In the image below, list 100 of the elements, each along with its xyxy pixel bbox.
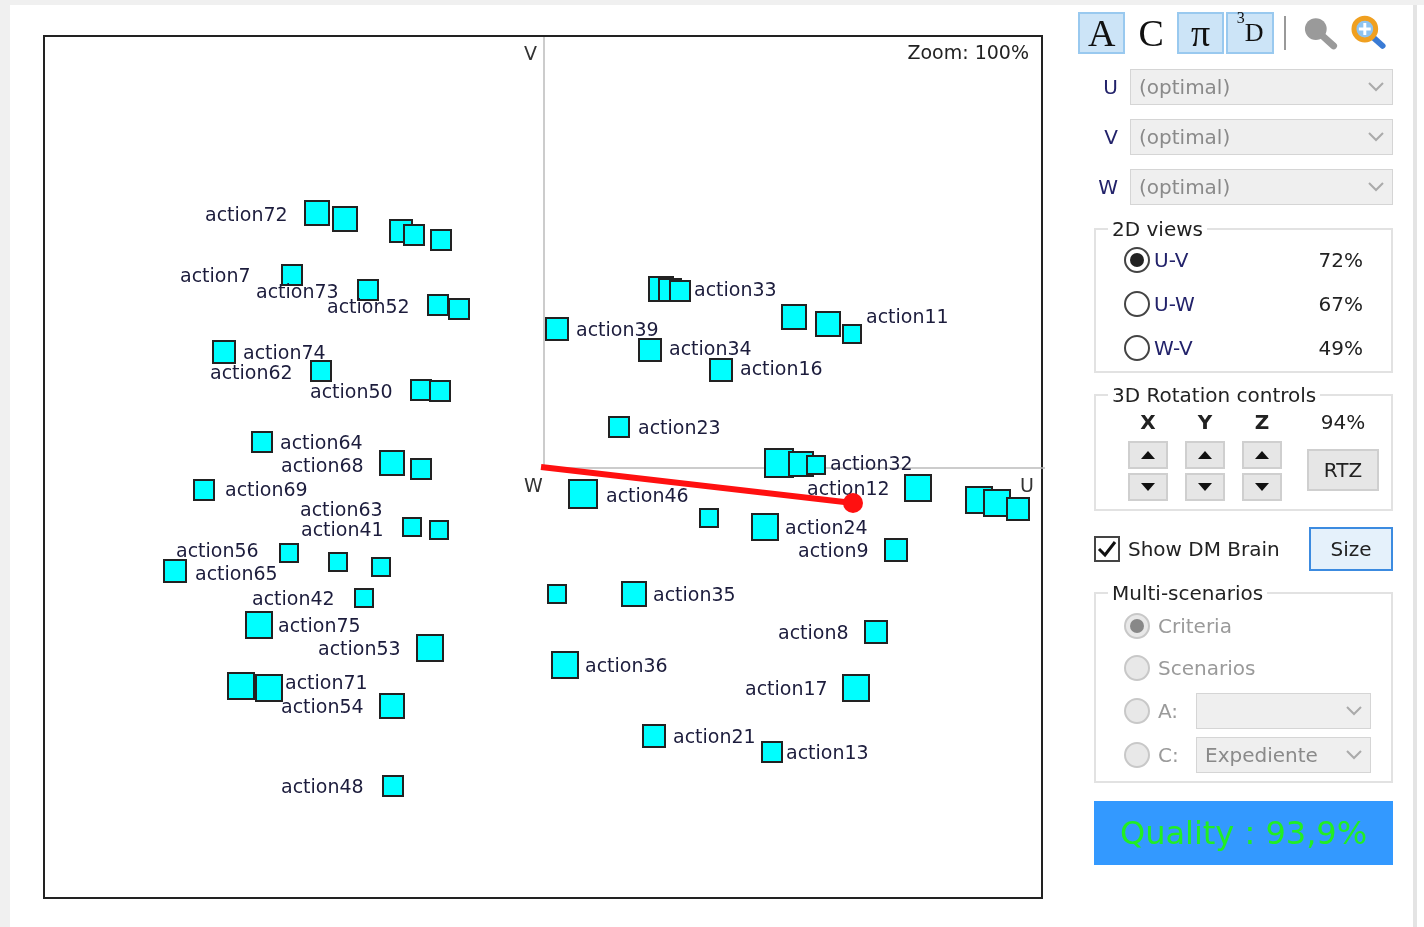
point-marker [864,620,888,644]
chevron-down-icon [1346,750,1362,760]
point-marker [806,455,826,475]
group-title: 2D views [1111,217,1204,241]
point-marker [193,479,215,501]
triangle-down-icon [1141,483,1155,491]
point-label: action8 [778,622,849,642]
point-marker [699,508,719,528]
rotate-up-button[interactable] [1242,441,1282,469]
point-marker [781,304,807,330]
radio-label: A: [1158,698,1180,725]
axis-name: V [1103,124,1118,151]
zoom-level: Zoom: 100% [907,43,1029,62]
point-marker [403,224,425,246]
chevron-down-icon [1368,132,1384,142]
point-marker [430,229,452,251]
point-marker [379,450,405,476]
point-label: action62 [210,362,293,382]
group-title: 3D Rotation controls [1111,383,1318,407]
point-label: action73 [256,281,339,301]
radio-button[interactable] [1124,291,1150,317]
point-marker [547,584,567,604]
chevron-down-icon [1346,706,1362,716]
rotate-down-button[interactable] [1128,473,1168,501]
point-marker [1006,497,1030,521]
checkbox[interactable] [1094,536,1120,562]
point-label: action69 [225,479,308,499]
point-marker [669,280,691,302]
axis-name: U [1102,74,1118,101]
point-label: action9 [798,540,869,560]
axis-label: V [524,44,537,63]
triangle-down-icon [1198,483,1212,491]
point-label: action74 [243,342,326,362]
point-marker [304,200,330,226]
point-label: action42 [252,588,335,608]
point-marker [279,543,299,563]
rotate-up-button[interactable] [1128,441,1168,469]
point-marker [608,416,630,438]
point-marker [354,588,374,608]
radio-button[interactable] [1124,247,1150,273]
point-label: action50 [310,381,393,401]
radio-label: U-W [1154,291,1195,318]
rotate-down-button[interactable] [1185,473,1225,501]
point-label: action21 [673,726,756,746]
point-marker [310,360,332,382]
point-marker [245,611,273,639]
point-marker [371,557,391,577]
point-label: action32 [830,453,913,473]
chevron-down-icon [1368,182,1384,192]
view-quality: 67% [1318,291,1363,318]
view-quality: 72% [1318,247,1363,274]
toolbar-toggle[interactable]: A [1078,12,1126,54]
point-marker [251,431,273,453]
point-label: action48 [281,776,364,796]
triangle-up-icon [1255,451,1269,459]
point-marker [332,206,358,232]
point-label: action75 [278,615,361,635]
point-label: action39 [576,319,659,339]
point-marker [709,358,733,382]
radio-button[interactable] [1124,335,1150,361]
rotate-down-button[interactable] [1242,473,1282,501]
point-marker [551,651,579,679]
point-label: action53 [318,638,401,658]
point-marker [884,538,908,562]
point-marker [429,380,451,402]
rotation-axis-label: X [1140,409,1156,436]
point-marker [642,724,666,748]
toolbar-toggle[interactable]: π [1176,12,1225,54]
chevron-down-icon [1368,82,1384,92]
point-marker [621,581,647,607]
point-marker [842,324,862,344]
point-label: action24 [785,517,868,537]
size-button[interactable]: Size [1309,527,1393,571]
point-marker [761,741,783,763]
axis-name: W [1097,174,1118,201]
point-marker [255,674,283,702]
radio-label: W-V [1154,335,1193,362]
toolbar-toggle[interactable]: $^{3}$D [1226,12,1274,54]
rotation-axis-label: Y [1197,409,1213,436]
point-marker [751,513,779,541]
triangle-up-icon [1141,451,1155,459]
axis-label: W [524,476,543,495]
rotate-up-button[interactable] [1185,441,1225,469]
point-marker [227,672,255,700]
point-marker [410,458,432,480]
rotation-axis-label: Z [1254,409,1270,436]
point-marker [410,379,432,401]
point-label: action35 [653,584,736,604]
point-marker [163,559,187,583]
point-label: action64 [280,432,363,452]
point-label: action65 [195,563,278,583]
quality-value: Quality : 93,9% [1119,813,1368,854]
point-marker [448,298,470,320]
point-label: action13 [786,742,869,762]
point-label: action72 [205,204,288,224]
radio-label: C: [1158,742,1180,769]
view-quality: 49% [1318,335,1363,362]
rtz-button[interactable]: RTZ [1307,449,1379,491]
toolbar-toggle[interactable]: C [1127,12,1175,54]
point-label: action23 [638,417,721,437]
